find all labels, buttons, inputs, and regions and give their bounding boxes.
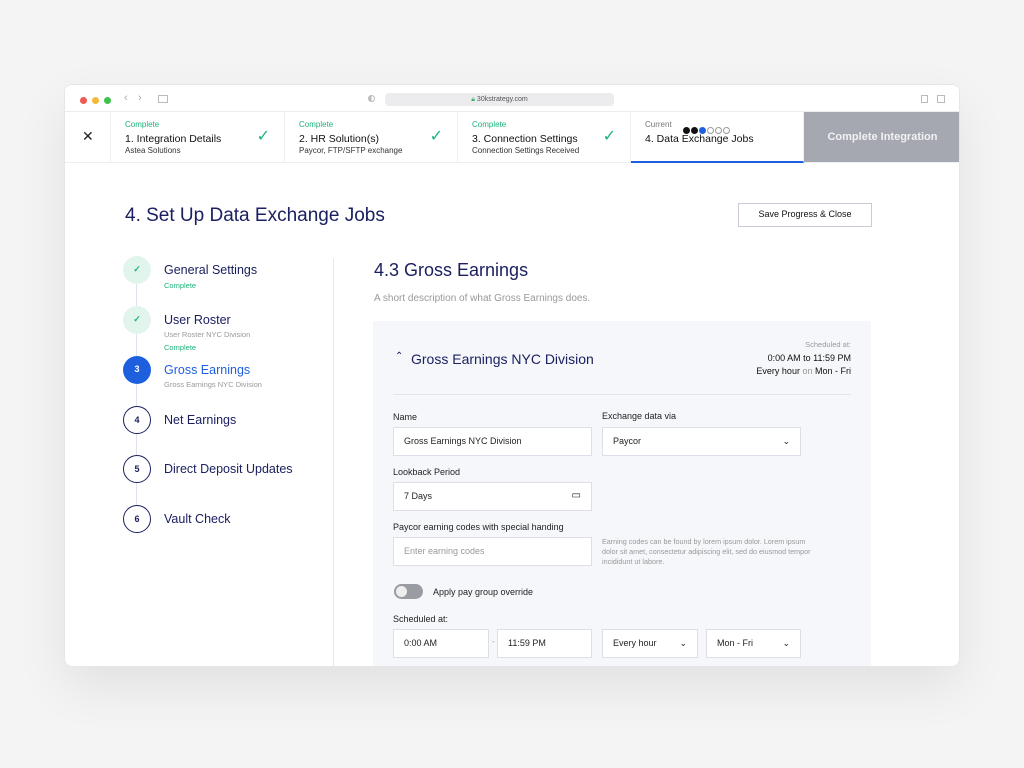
chevron-down-icon: ⌄ [679,630,687,656]
time-separator: - [492,637,495,646]
substep-gross-earnings[interactable]: Gross Earnings [164,363,250,377]
browser-toolbar: ‹ › 🔒︎ 30kstrategy.com [65,85,959,112]
start-time-input[interactable]: 0:00 AM [393,629,489,658]
save-progress-button[interactable]: Save Progress & Close [738,203,872,227]
check-icon: ✓ [257,126,270,146]
substep-number: 5 [123,455,151,483]
job-card: ⌃ Gross Earnings NYC Division Scheduled … [373,321,871,667]
chevron-down-icon: ⌄ [782,630,790,656]
exchange-label: Exchange data via [602,411,676,421]
days-value: Mon - Fri [717,638,753,648]
end-time-input[interactable]: 11:59 PM [497,629,592,658]
divider [393,394,851,395]
share-icon[interactable] [921,95,928,103]
step-data-exchange-jobs[interactable]: Current 4. Data Exchange Jobs [631,112,804,163]
codes-label: Paycor earning codes with special handin… [393,522,564,532]
collapse-chevron-icon[interactable]: ⌃ [395,351,403,362]
section-description: A short description of what Gross Earnin… [374,293,590,304]
maximize-window-button[interactable] [104,97,111,104]
substep-number: 3 [123,356,151,384]
job-title: Gross Earnings NYC Division [411,351,594,367]
minimize-window-button[interactable] [92,97,99,104]
step-status: Complete [299,120,333,129]
codes-input[interactable]: Enter earning codes [393,537,592,566]
name-label: Name [393,412,417,422]
tabs-icon[interactable] [937,95,945,103]
close-icon: ✕ [82,128,94,145]
substep-user-roster[interactable]: User Roster [164,313,231,327]
back-icon[interactable]: ‹ [124,92,128,104]
lookback-input[interactable]: 7 Days ▭ [393,482,592,511]
progress-steps: ✕ Complete 1. Integration Details Astea … [65,112,959,163]
chevron-down-icon: ⌄ [782,428,790,454]
name-input[interactable]: Gross Earnings NYC Division [393,427,592,456]
step-integration-details[interactable]: Complete 1. Integration Details Astea So… [111,112,285,163]
toggle-label: Apply pay group override [433,587,533,597]
exchange-value: Paycor [613,436,641,446]
substep-status: Complete [164,281,196,290]
step-subtitle: Astea Solutions [125,146,181,155]
substep-subtitle: User Roster NYC Division [164,330,250,339]
step-connection-settings[interactable]: Complete 3. Connection Settings Connecti… [458,112,631,163]
lookback-label: Lookback Period [393,467,460,477]
step-title: 3. Connection Settings [472,133,578,145]
close-button[interactable]: ✕ [65,112,111,163]
step-title: 1. Integration Details [125,133,221,145]
complete-integration-button[interactable]: Complete Integration [804,112,960,162]
page-title: 4. Set Up Data Exchange Jobs [125,205,385,227]
substep-check-icon: ✓ [123,256,151,284]
days-select[interactable]: Mon - Fri ⌄ [706,629,801,658]
section-title: 4.3 Gross Earnings [374,260,528,281]
substep-direct-deposit-updates[interactable]: Direct Deposit Updates [164,462,293,476]
address-bar[interactable]: 🔒︎ 30kstrategy.com [385,93,614,106]
pay-group-toggle[interactable] [394,584,423,599]
url-text: 30kstrategy.com [477,96,528,103]
substep-status: Complete [164,343,196,352]
frequency-select[interactable]: Every hour ⌄ [602,629,698,658]
forward-icon[interactable]: › [138,92,142,104]
step-status: Complete [472,120,506,129]
days-text: Mon - Fri [815,366,851,376]
substep-number: 4 [123,406,151,434]
step-status: Complete [125,120,159,129]
codes-help-text: Earning codes can be found by lorem ipsu… [602,537,812,567]
lock-icon: 🔒︎ [471,96,475,103]
step-subtitle: Paycor, FTP/SFTP exchange [299,146,402,155]
substep-vault-check[interactable]: Vault Check [164,512,230,526]
substep-check-icon: ✓ [123,306,151,334]
step-title: 4. Data Exchange Jobs [645,133,754,145]
step-status: Current [645,120,672,129]
step-hr-solutions[interactable]: Complete 2. HR Solution(s) Paycor, FTP/S… [285,112,458,163]
check-icon: ✓ [430,126,443,146]
sidebar-icon[interactable] [158,95,168,103]
browser-window: ‹ › 🔒︎ 30kstrategy.com ✕ Complete 1. Int… [64,84,960,667]
divider [333,258,334,667]
schedule-summary-label: Scheduled at: [805,340,851,349]
exchange-select[interactable]: Paycor ⌄ [602,427,801,456]
substep-net-earnings[interactable]: Net Earnings [164,413,236,427]
close-window-button[interactable] [80,97,87,104]
scheduled-label: Scheduled at: [393,614,448,624]
freq-text: Every hour [756,366,800,376]
privacy-icon [368,95,375,102]
schedule-summary-freq: Every hour on Mon - Fri [756,366,851,376]
schedule-summary-time: 0:00 AM to 11:59 PM [768,353,851,363]
substep-number: 6 [123,505,151,533]
check-icon: ✓ [603,126,616,146]
calendar-icon[interactable]: ▭ [572,483,581,509]
substep-subtitle: Gross Earnings NYC Division [164,380,262,389]
substep-general-settings[interactable]: General Settings [164,263,257,277]
on-text: on [802,366,812,376]
step-subtitle: Connection Settings Received [472,146,579,155]
lookback-value: 7 Days [404,491,432,501]
frequency-value: Every hour [613,638,657,648]
step-title: 2. HR Solution(s) [299,133,379,145]
